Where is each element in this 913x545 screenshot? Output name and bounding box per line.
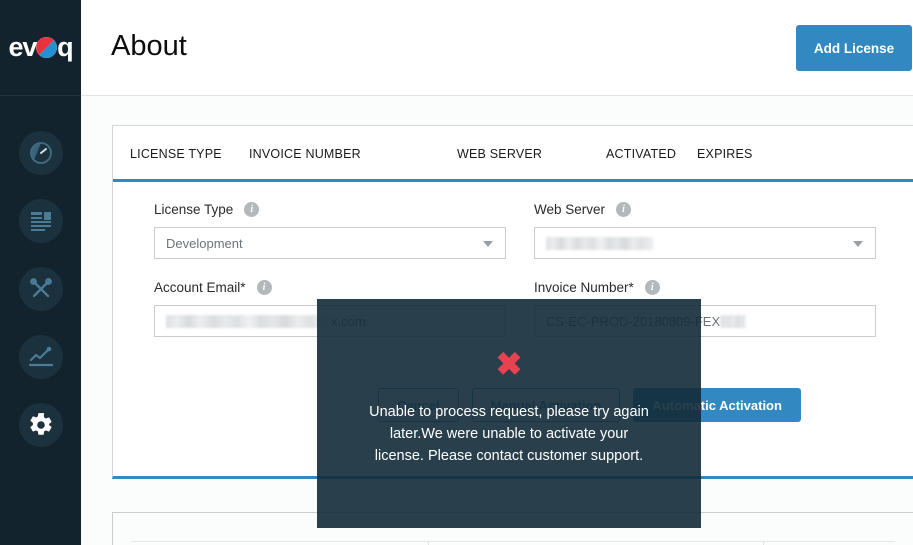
- page-header: About Add License: [81, 0, 913, 96]
- sidebar-item-settings[interactable]: [0, 391, 81, 459]
- web-server-dropdown[interactable]: [534, 227, 876, 259]
- column-header-activated: ACTIVATED: [606, 147, 677, 161]
- sidebar-item-tools[interactable]: [0, 255, 81, 323]
- column-header-invoice-number: INVOICE NUMBER: [249, 147, 361, 161]
- redacted-value: [546, 236, 654, 250]
- license-type-dropdown[interactable]: Development: [154, 227, 506, 259]
- page-title: About: [111, 30, 187, 62]
- field-label-invoice-number: Invoice Number* i: [534, 278, 876, 296]
- error-message: Unable to process request, please try ag…: [369, 404, 649, 464]
- sidebar-item-analytics[interactable]: [0, 323, 81, 391]
- brand-logo[interactable]: ev q: [0, 0, 81, 96]
- sidebar-nav: [0, 96, 81, 459]
- redacted-value: [720, 314, 747, 328]
- license-table-header: LICENSE TYPE INVOICE NUMBER WEB SERVER A…: [113, 126, 913, 182]
- column-header-expires: EXPIRES: [697, 147, 753, 161]
- app-root: ev q About Add License LICENSE TYPE INVO…: [0, 0, 913, 545]
- column-header-license-type: LICENSE TYPE: [130, 147, 222, 161]
- info-icon[interactable]: i: [256, 279, 272, 295]
- license-type-value: Development: [166, 235, 243, 251]
- info-icon[interactable]: i: [244, 201, 260, 217]
- gauge-icon: [29, 141, 53, 165]
- field-label-account-email: Account Email* i: [154, 278, 506, 296]
- column-header-web-server: WEB SERVER: [457, 147, 543, 161]
- evoq-logo-icon: [36, 37, 58, 58]
- sidebar-item-dashboard[interactable]: [0, 119, 81, 187]
- logo-text-before: ev: [8, 32, 38, 62]
- content-list-icon: [29, 210, 53, 232]
- field-license-type: License Type i Development: [154, 200, 506, 259]
- secondary-card-grid: [131, 541, 895, 545]
- chevron-down-icon: [483, 241, 493, 247]
- error-x-icon: ✖: [495, 346, 523, 382]
- sidebar-item-content[interactable]: [0, 187, 81, 255]
- gear-icon: [28, 412, 54, 438]
- field-label-license-type: License Type i: [154, 200, 506, 218]
- chevron-down-icon: [853, 241, 863, 247]
- field-web-server: Web Server i: [534, 200, 876, 259]
- field-label-web-server: Web Server i: [534, 200, 876, 218]
- tools-icon: [29, 277, 53, 301]
- error-modal[interactable]: ✖ Unable to process request, please try …: [317, 299, 701, 528]
- line-chart-icon: [28, 346, 53, 368]
- sidebar: ev q: [0, 0, 81, 545]
- add-license-button[interactable]: Add License: [796, 25, 912, 71]
- info-icon[interactable]: i: [644, 279, 660, 295]
- info-icon[interactable]: i: [616, 201, 632, 217]
- logo-text-after: q: [57, 32, 74, 62]
- redacted-value: [166, 314, 329, 328]
